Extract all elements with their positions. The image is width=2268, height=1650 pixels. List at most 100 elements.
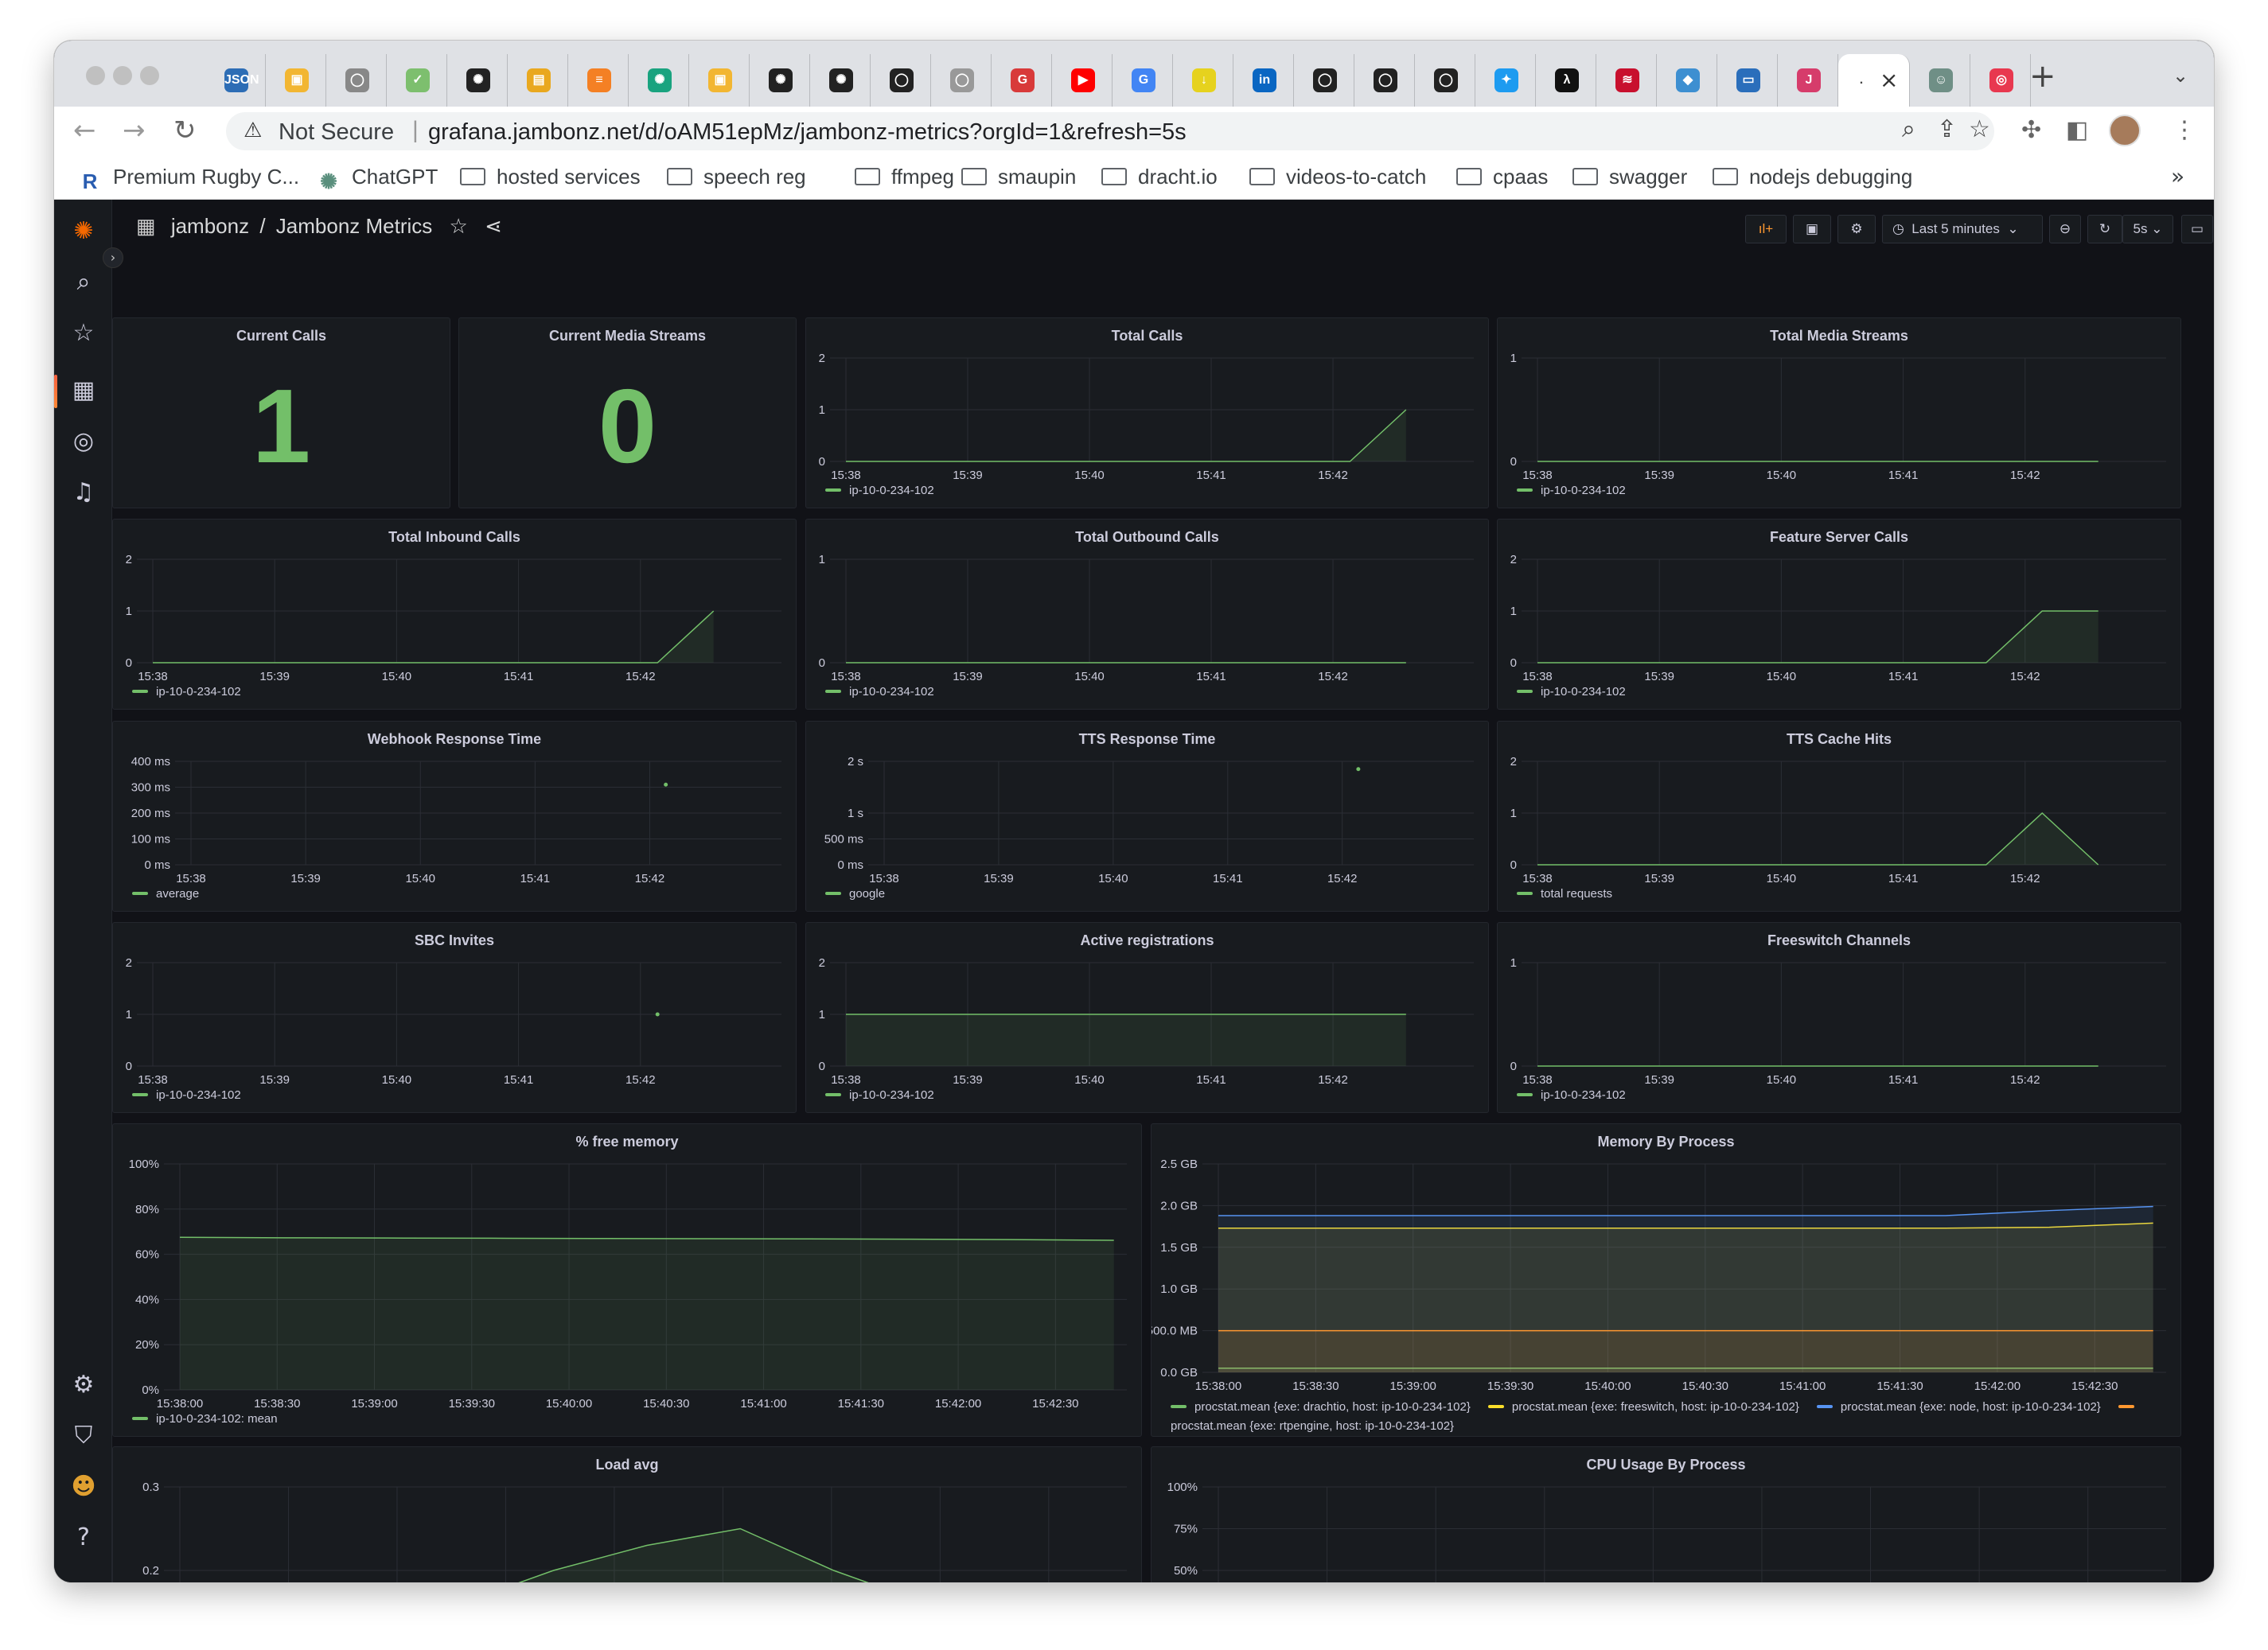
panel-title[interactable]: % free memory [113,1134,1141,1150]
browser-tab[interactable]: ▭ [1717,54,1778,107]
browser-tab[interactable]: J [1778,54,1838,107]
panel-webhook-response-time[interactable]: Webhook Response Time 0 ms 100 ms 200 ms 300… [112,721,797,912]
chart-legend[interactable]: ip-10-0-234-102: mean [132,1412,278,1426]
user-avatar-icon[interactable]: ☻ [68,1473,99,1503]
dashboard-title[interactable]: Jambonz Metrics [276,214,433,238]
back-icon[interactable]: ← [73,115,96,146]
share-dashboard-icon[interactable]: ⋖ [485,214,502,238]
add-panel-button[interactable]: ıl+ [1745,215,1787,243]
browser-tab[interactable]: ◆ [1657,54,1717,107]
panel-title[interactable]: Load avg [113,1457,1141,1473]
warning-icon[interactable]: ⚠ [244,119,262,142]
reload-icon[interactable]: ↻ [173,115,197,146]
explore-icon[interactable]: ◎ [68,427,99,457]
panel-memory-by-process[interactable]: Memory By Process 0.0 GB 500.0 MB 1.0 GB 1.5… [1151,1123,2181,1437]
browser-tab[interactable]: ≋ [1596,54,1657,107]
panel-title[interactable]: Total Outbound Calls [806,529,1488,546]
bookmark-item[interactable]: cpaas [1456,165,1548,189]
browser-tab[interactable]: ◎ [1970,54,2031,107]
save-dashboard-icon[interactable]: ▣ [1793,215,1831,243]
panel-current-calls[interactable]: Current Calls 1 [112,317,450,508]
shield-icon[interactable]: ⛉ [68,1422,99,1452]
browser-tab[interactable]: ▣ [689,54,750,107]
browser-tab[interactable]: ▤ [508,54,568,107]
legend-item[interactable]: procstat.mean {exe: node, host: ip-10-0-… [1816,1400,2101,1414]
panel-active-registrations[interactable]: Active registrations 0 1 2 15:38 15:39 15:40 15… [805,922,1489,1113]
bookmark-star-icon[interactable]: ☆ [1969,115,1990,143]
help-icon[interactable]: ? [68,1524,99,1554]
panel-load-avg[interactable]: Load avg 0.2 0.3 [112,1446,1142,1582]
panel-total-calls[interactable]: Total Calls 0 1 2 15:38 15:39 15:40 15:41 15:42 i… [805,317,1489,508]
bookmark-item[interactable]: ffmpeg [855,165,954,189]
bookmark-item[interactable]: dracht.io [1101,165,1218,189]
browser-tab[interactable]: ✺ [810,54,871,107]
chart-legend[interactable]: average [132,887,199,901]
panel-feature-server-calls[interactable]: Feature Server Calls 0 1 2 15:38 15:39 15:40 15… [1497,519,2181,710]
dashboards-icon[interactable]: ▦ [68,376,99,407]
settings-gear-icon[interactable]: ⚙ [68,1371,99,1401]
browser-tab[interactable]: ◯ [1294,54,1354,107]
browser-tab[interactable]: ✺ [629,54,689,107]
browser-tab[interactable]: ✺ [750,54,810,107]
time-picker[interactable]: ◷ Last 5 minutes ⌄ [1882,215,2043,243]
refresh-icon[interactable]: ↻ [2087,215,2122,243]
panel-title[interactable]: TTS Response Time [806,731,1488,748]
bookmark-item[interactable]: speech reg [667,165,806,189]
browser-tab[interactable]: ◯ [871,54,931,107]
bookmark-item[interactable]: hosted services [460,165,641,189]
panel-title[interactable]: Webhook Response Time [113,731,796,748]
panel-freeswitch-channels[interactable]: Freeswitch Channels 0 1 15:38 15:39 15:40 15:4… [1497,922,2181,1113]
breadcrumb-folder[interactable]: jambonz [171,214,249,238]
browser-tab[interactable]: ◯ [326,54,387,107]
browser-tab[interactable]: ✓ [387,54,447,107]
alerting-icon[interactable]: ♫ [68,478,99,508]
panel-title[interactable]: Current Calls [113,328,450,344]
zoom-out-icon[interactable]: ⊖ [2049,215,2081,243]
profile-avatar[interactable] [2109,115,2141,146]
minimize-window-button[interactable] [113,66,132,85]
browser-tab[interactable]: JSON [205,54,266,107]
chart-legend[interactable]: ip-10-0-234-102 [825,484,934,497]
grafana-logo-icon[interactable]: ✺ [68,217,99,247]
legend-item[interactable]: procstat.mean {exe: freeswitch, host: ip… [1487,1400,1799,1414]
chart-legend[interactable]: ip-10-0-234-102 [825,1088,934,1102]
zoom-window-button[interactable] [140,66,159,85]
dashboard-settings-icon[interactable]: ⚙ [1837,215,1876,243]
panel-title[interactable]: Freeswitch Channels [1498,932,2180,949]
chart-legend[interactable]: ip-10-0-234-102 [132,685,241,699]
chart-legend[interactable]: ip-10-0-234-102 [825,685,934,699]
browser-tab[interactable]: ◯ [931,54,992,107]
tab-search-button[interactable]: ⌄ [2173,64,2188,87]
new-tab-button[interactable]: + [2029,58,2056,95]
bookmark-item[interactable]: swagger [1572,165,1687,189]
chart-legend[interactable]: ip-10-0-234-102 [1517,484,1626,497]
panel-title[interactable]: CPU Usage By Process [1152,1457,2180,1473]
panel-total-outbound-calls[interactable]: Total Outbound Calls 0 1 15:38 15:39 15:40 15:… [805,519,1489,710]
not-secure-label[interactable]: Not Secure [279,119,394,146]
panel-tts-response-time[interactable]: TTS Response Time 0 ms 500 ms 1 s 2 s 15:38 15… [805,721,1489,912]
browser-tab[interactable]: ▣ [266,54,326,107]
address-bar[interactable]: ⚠ Not Secure | grafana.jambonz.net/d/oAM… [226,112,1994,150]
chart-legend[interactable]: ip-10-0-234-102 [1517,1088,1626,1102]
panel-tts-cache-hits[interactable]: TTS Cache Hits 0 1 2 15:38 15:39 15:40 15:41 15:… [1497,721,2181,912]
browser-tab[interactable]: ✦ [1475,54,1536,107]
panel-free-memory[interactable]: % free memory 0% 20% 40% 60% 80% 100% 15:38:00 1… [112,1123,1142,1437]
sidebar-icon[interactable]: ◧ [2066,116,2088,144]
bookmark-item[interactable]: ✺ ChatGPT [317,165,438,193]
browser-tab[interactable]: G [992,54,1052,107]
browser-tab[interactable]: ✺ [447,54,508,107]
panel-title[interactable]: TTS Cache Hits [1498,731,2180,748]
tv-mode-icon[interactable]: ▭ [2181,215,2213,243]
panel-title[interactable]: Feature Server Calls [1498,529,2180,546]
bookmark-item[interactable]: nodejs debugging [1713,165,1912,189]
chart-legend[interactable]: total requests [1517,887,1612,901]
panel-title[interactable]: Total Media Streams [1498,328,2180,344]
browser-tab[interactable]: in [1233,54,1294,107]
close-window-button[interactable] [86,66,105,85]
search-icon[interactable]: ⌕ [68,268,99,298]
star-dashboard-icon[interactable]: ☆ [450,214,468,238]
close-tab-icon[interactable]: × [1880,67,1898,93]
panel-title[interactable]: SBC Invites [113,932,796,949]
extensions-icon[interactable]: ✣ [2021,116,2041,144]
forward-icon[interactable]: → [123,115,146,146]
